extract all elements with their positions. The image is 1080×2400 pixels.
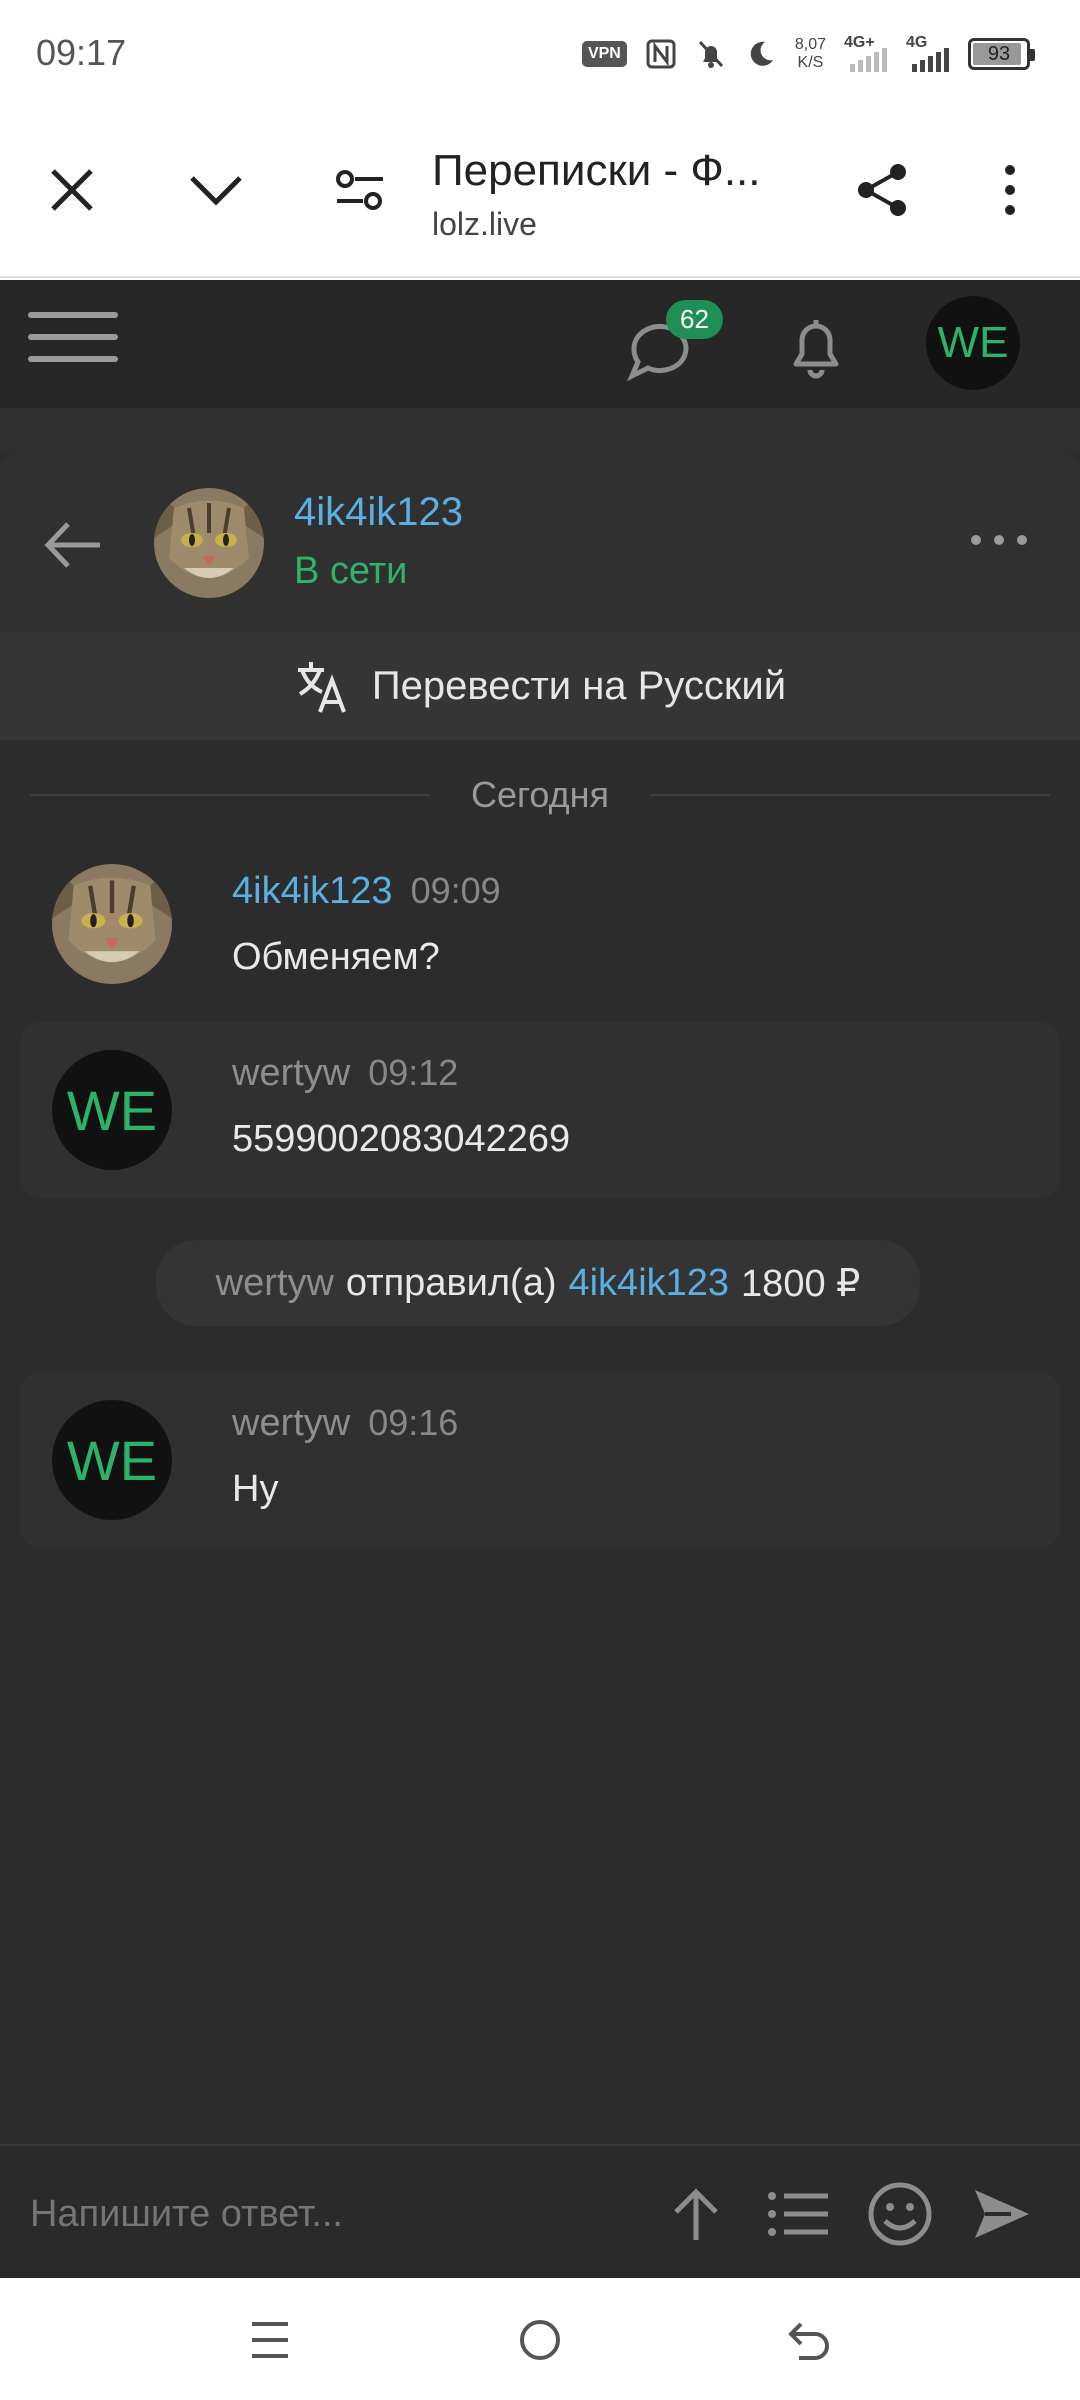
transfer-amount: 1800 ₽ — [741, 1262, 861, 1305]
home-circle-icon — [520, 2320, 560, 2360]
battery-icon: 93 — [968, 38, 1035, 70]
date-divider-label: Сегодня — [471, 774, 609, 815]
reply-input[interactable] — [30, 2186, 610, 2242]
back-arrow-icon[interactable] — [38, 510, 108, 580]
send-icon — [975, 2190, 1029, 2238]
message-item-own: WE wertyw 09:12 5599002083042269 — [20, 1022, 1060, 1198]
menu-lines-icon — [252, 2322, 288, 2358]
transfer-from[interactable]: wertyw — [216, 1262, 334, 1305]
conversation-panel: 4ik4ik123 В сети Перевести на Русский Се… — [0, 454, 1080, 2144]
more-horizontal-icon[interactable] — [968, 520, 1030, 560]
vpn-icon: VPN — [581, 41, 627, 67]
share-icon — [858, 164, 906, 216]
message-text: Ну — [232, 1468, 279, 1510]
peer-avatar[interactable] — [154, 488, 264, 598]
transfer-to[interactable]: 4ik4ik123 — [568, 1262, 729, 1305]
translate-label: Перевести на Русский — [371, 663, 787, 708]
message-text: Обменяем? — [232, 936, 440, 978]
send-button[interactable] — [962, 2174, 1042, 2254]
message-item-own: WE wertyw 09:16 Ну — [20, 1372, 1060, 1548]
mute-bell-icon — [698, 40, 723, 68]
home-button[interactable] — [508, 2308, 572, 2372]
signal-icon-2: 4G — [906, 34, 950, 74]
cat-avatar-image — [154, 488, 264, 598]
back-button[interactable] — [778, 2308, 842, 2372]
message-time: 09:09 — [410, 870, 501, 911]
system-nav-bar — [0, 2278, 1080, 2400]
reply-bar — [0, 2144, 1080, 2278]
user-avatar[interactable]: WE — [926, 296, 1020, 390]
arrow-up-icon — [674, 2188, 718, 2240]
page-settings-button[interactable] — [320, 150, 400, 230]
message-avatar[interactable] — [52, 864, 172, 984]
browser-toolbar: Переписки - Ф... lolz.live — [0, 110, 1080, 278]
close-button[interactable] — [32, 150, 112, 230]
translate-button[interactable]: Перевести на Русский — [0, 632, 1080, 740]
page-title[interactable]: Переписки - Ф... — [432, 146, 812, 196]
status-icons: VPN 8,07 K/S 4G+ 4G 93 — [581, 32, 1035, 76]
message-author[interactable]: wertyw — [232, 1052, 350, 1094]
page-url[interactable]: lolz.live — [432, 206, 537, 243]
messages-count-badge: 62 — [666, 300, 723, 339]
list-icon — [768, 2192, 828, 2236]
status-time: 09:17 — [36, 32, 127, 73]
message-avatar[interactable]: WE — [52, 1050, 172, 1170]
message-time: 09:12 — [368, 1052, 459, 1093]
recents-button[interactable] — [238, 2308, 302, 2372]
list-button[interactable] — [758, 2174, 838, 2254]
conversation-header: 4ik4ik123 В сети — [0, 454, 1080, 632]
date-divider: Сегодня — [30, 770, 1050, 820]
more-vertical-icon — [1005, 165, 1015, 215]
more-menu-button[interactable] — [970, 150, 1050, 230]
moon-icon — [750, 41, 773, 66]
site-header: 62 WE — [0, 280, 1080, 408]
tune-icon — [336, 170, 383, 210]
message-avatar[interactable]: WE — [52, 1400, 172, 1520]
transfer-verb: отправил(а) — [345, 1261, 557, 1304]
collapse-button[interactable] — [176, 150, 256, 230]
message-author[interactable]: 4ik4ik123 — [232, 870, 393, 912]
translate-icon — [297, 662, 346, 713]
peer-name[interactable]: 4ik4ik123 — [294, 490, 463, 535]
share-button[interactable] — [842, 150, 922, 230]
message-author[interactable]: wertyw — [232, 1402, 350, 1444]
smiley-icon — [868, 2182, 932, 2246]
message-item: 4ik4ik123 09:09 Обменяем? — [20, 850, 1060, 1020]
close-icon — [51, 169, 93, 211]
back-return-icon — [788, 2322, 829, 2360]
message-time: 09:16 — [368, 1402, 459, 1443]
cat-avatar-image — [52, 864, 172, 984]
message-text: 5599002083042269 — [232, 1118, 571, 1160]
emoji-button[interactable] — [860, 2174, 940, 2254]
bell-icon[interactable] — [776, 308, 856, 388]
nfc-icon — [646, 39, 676, 69]
status-bar: 09:17 VPN 8,07 K/S 4G+ 4G 93 — [0, 0, 1080, 110]
peer-online-status: В сети — [294, 550, 408, 592]
header-spacer — [0, 408, 1080, 454]
transfer-notice: wertyw отправил(а) 4ik4ik123 1800 ₽ — [156, 1240, 920, 1326]
upload-button[interactable] — [656, 2174, 736, 2254]
menu-icon[interactable] — [28, 302, 118, 382]
chevron-down-icon — [190, 176, 242, 206]
net-speed: 8,07 K/S — [794, 36, 826, 71]
signal-icon-1: 4G+ — [844, 34, 888, 74]
